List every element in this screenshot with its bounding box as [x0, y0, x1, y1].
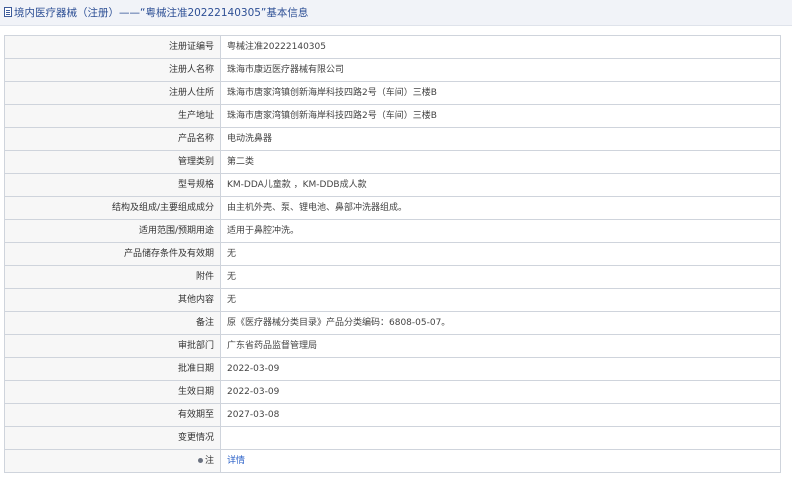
row-value — [220, 426, 781, 450]
row-value: 由主机外壳、泵、锂电池、鼻部冲洗器组成。 — [220, 196, 781, 220]
table-row: 产品储存条件及有效期 无 — [4, 242, 781, 266]
table-row: 结构及组成/主要组成成分 由主机外壳、泵、锂电池、鼻部冲洗器组成。 — [4, 196, 781, 220]
row-label: 产品名称 — [4, 127, 221, 151]
row-label: 生产地址 — [4, 104, 221, 128]
page-header: 境内医疗器械（注册）——“粤械注准20222140305”基本信息 — [0, 0, 792, 26]
table-row: 附件 无 — [4, 265, 781, 289]
document-icon — [4, 7, 12, 17]
row-label: 结构及组成/主要组成成分 — [4, 196, 221, 220]
detail-table: 注册证编号 粤械注准20222140305 注册人名称 珠海市康迈医疗器械有限公… — [4, 35, 781, 473]
row-label: 审批部门 — [4, 334, 221, 358]
row-label: 其他内容 — [4, 288, 221, 312]
table-row: 管理类别 第二类 — [4, 150, 781, 174]
row-value: 粤械注准20222140305 — [220, 35, 781, 59]
row-label: 型号规格 — [4, 173, 221, 197]
row-value: 珠海市唐家湾镇创新海岸科技四路2号（车间）三楼B — [220, 104, 781, 128]
row-label: 生效日期 — [4, 380, 221, 404]
row-label: 有效期至 — [4, 403, 221, 427]
row-value: 珠海市康迈医疗器械有限公司 — [220, 58, 781, 82]
row-value: 2022-03-09 — [220, 380, 781, 404]
row-label: 变更情况 — [4, 426, 221, 450]
pin-icon — [197, 458, 203, 463]
table-row: 审批部门 广东省药品监督管理局 — [4, 334, 781, 358]
row-label: 注册证编号 — [4, 35, 221, 59]
detail-link[interactable]: 详情 — [227, 456, 245, 466]
row-value: 珠海市唐家湾镇创新海岸科技四路2号（车间）三楼B — [220, 81, 781, 105]
row-value: 无 — [220, 265, 781, 289]
table-row: 型号规格 KM-DDA儿童款 ，KM-DDB成人款 — [4, 173, 781, 197]
row-label: 批准日期 — [4, 357, 221, 381]
row-value: 2027-03-08 — [220, 403, 781, 427]
row-label: 附件 — [4, 265, 221, 289]
table-row: 有效期至 2027-03-08 — [4, 403, 781, 427]
table-row: 变更情况 — [4, 426, 781, 450]
row-label: 注册人住所 — [4, 81, 221, 105]
table-row: 注册证编号 粤械注准20222140305 — [4, 35, 781, 59]
row-value: 无 — [220, 288, 781, 312]
table-row: 批准日期 2022-03-09 — [4, 357, 781, 381]
page-title: 境内医疗器械（注册）——“粤械注准20222140305”基本信息 — [14, 7, 309, 19]
row-label: 注册人名称 — [4, 58, 221, 82]
row-value: 适用于鼻腔冲洗。 — [220, 219, 781, 243]
table-row: 适用范围/预期用途 适用于鼻腔冲洗。 — [4, 219, 781, 243]
table-row: 其他内容 无 — [4, 288, 781, 312]
note-value-cell: 详情 — [220, 449, 781, 473]
row-value: 第二类 — [220, 150, 781, 174]
table-row: 生产地址 珠海市唐家湾镇创新海岸科技四路2号（车间）三楼B — [4, 104, 781, 128]
note-label-cell: 注 — [4, 449, 221, 473]
table-row: 产品名称 电动洗鼻器 — [4, 127, 781, 151]
table-row: 生效日期 2022-03-09 — [4, 380, 781, 404]
table-row: 注册人名称 珠海市康迈医疗器械有限公司 — [4, 58, 781, 82]
row-label: 适用范围/预期用途 — [4, 219, 221, 243]
row-label: 产品储存条件及有效期 — [4, 242, 221, 266]
row-value: 电动洗鼻器 — [220, 127, 781, 151]
table-row: 注册人住所 珠海市唐家湾镇创新海岸科技四路2号（车间）三楼B — [4, 81, 781, 105]
row-value: 广东省药品监督管理局 — [220, 334, 781, 358]
row-value: 无 — [220, 242, 781, 266]
note-label: 注 — [204, 456, 214, 466]
row-value: KM-DDA儿童款 ，KM-DDB成人款 — [220, 173, 781, 197]
row-label: 管理类别 — [4, 150, 221, 174]
row-value: 原《医疗器械分类目录》产品分类编码：6808-05-07。 — [220, 311, 781, 335]
table-row: 备注 原《医疗器械分类目录》产品分类编码：6808-05-07。 — [4, 311, 781, 335]
note-row: 注 详情 — [4, 449, 781, 473]
row-value: 2022-03-09 — [220, 357, 781, 381]
row-label: 备注 — [4, 311, 221, 335]
